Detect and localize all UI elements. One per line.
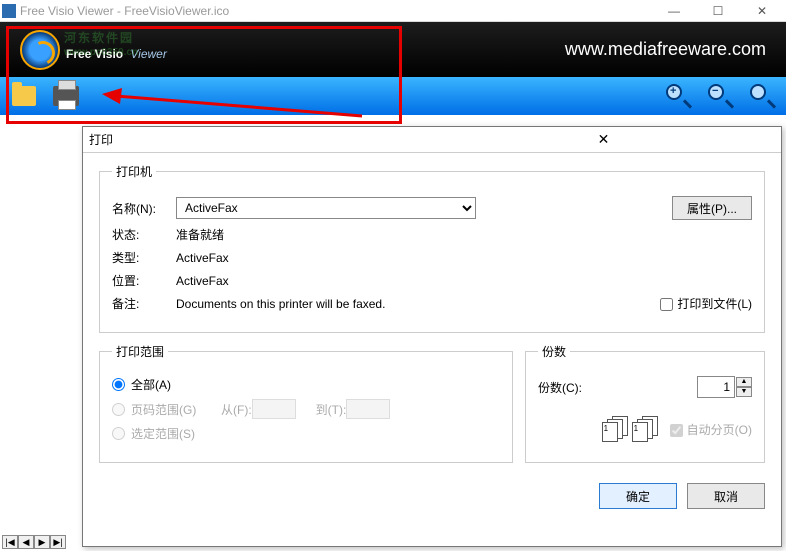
dialog-close-button[interactable]: ✕ (432, 131, 775, 148)
dialog-titlebar: 打印 ✕ (83, 127, 781, 153)
nav-next[interactable]: ▶ (34, 535, 50, 549)
copies-group: 份数 份数(C): ▲ ▼ 321 321 (525, 343, 765, 463)
print-dialog: 打印 ✕ 打印机 名称(N): ActiveFax 属性(P)... 状态: 准… (82, 126, 782, 547)
titlebar: Free Visio Viewer - FreeVisioViewer.ico … (0, 0, 786, 22)
range-pages-label: 页码范围(G) (131, 401, 211, 418)
nav-last[interactable]: ▶| (50, 535, 66, 549)
maximize-button[interactable]: ☐ (696, 1, 740, 21)
nav-first[interactable]: |◀ (2, 535, 18, 549)
to-input (346, 399, 390, 419)
zoom-fit-icon (750, 84, 774, 108)
comment-value: Documents on this printer will be faxed. (176, 297, 385, 311)
print-button[interactable] (52, 82, 80, 110)
open-button[interactable] (10, 82, 38, 110)
app-icon (2, 4, 16, 18)
range-selection-radio (112, 427, 125, 440)
zoom-out-icon: − (708, 84, 732, 108)
copies-input[interactable] (697, 376, 735, 398)
properties-button[interactable]: 属性(P)... (672, 196, 752, 220)
header-url: www.mediafreeware.com (565, 39, 766, 60)
range-all-radio[interactable] (112, 378, 125, 391)
nav-prev[interactable]: ◀ (18, 535, 34, 549)
watermark-text: 河东软件园 (64, 31, 134, 45)
type-label: 类型: (112, 249, 176, 266)
collate-checkbox (670, 424, 683, 437)
to-label: 到(T): (316, 401, 347, 418)
copies-label: 份数(C): (538, 379, 608, 396)
comment-label: 备注: (112, 295, 176, 312)
logo-icon (20, 30, 60, 70)
zoom-in-icon: + (666, 84, 690, 108)
window-title: Free Visio Viewer - FreeVisioViewer.ico (20, 4, 652, 18)
status-label: 状态: (112, 226, 176, 243)
print-to-file-checkbox[interactable] (660, 298, 673, 311)
type-value: ActiveFax (176, 251, 229, 265)
collate-label: 自动分页(O) (670, 421, 752, 438)
watermark-url: www.pc0359.cn (64, 47, 138, 58)
where-label: 位置: (112, 272, 176, 289)
zoom-in-button[interactable]: + (664, 82, 692, 110)
dialog-title: 打印 (89, 131, 432, 148)
zoom-fit-button[interactable] (748, 82, 776, 110)
watermark: 河东软件园 www.pc0359.cn (64, 26, 138, 58)
range-all-label: 全部(A) (131, 376, 171, 393)
zoom-out-button[interactable]: − (706, 82, 734, 110)
minimize-button[interactable]: — (652, 1, 696, 21)
printer-select[interactable]: ActiveFax (176, 197, 476, 219)
cancel-button[interactable]: 取消 (687, 483, 765, 509)
copies-down[interactable]: ▼ (736, 387, 752, 397)
printer-icon (53, 86, 79, 106)
range-selection-label: 选定范围(S) (131, 425, 195, 442)
range-pages-radio (112, 403, 125, 416)
where-value: ActiveFax (176, 274, 229, 288)
printer-group: 打印机 名称(N): ActiveFax 属性(P)... 状态: 准备就绪 类… (99, 163, 765, 333)
page-nav: |◀ ◀ ▶ ▶| (2, 535, 66, 549)
toolbar: + − (0, 77, 786, 115)
copies-up[interactable]: ▲ (736, 377, 752, 387)
from-label: 从(F): (221, 401, 252, 418)
collate-preview: 321 321 (602, 416, 660, 442)
name-label: 名称(N): (112, 200, 176, 217)
print-to-file-label[interactable]: 打印到文件(L) (660, 295, 752, 312)
copies-legend: 份数 (538, 343, 570, 360)
close-button[interactable]: ✕ (740, 1, 784, 21)
range-legend: 打印范围 (112, 343, 168, 360)
status-value: 准备就绪 (176, 226, 224, 243)
ok-button[interactable]: 确定 (599, 483, 677, 509)
from-input (252, 399, 296, 419)
printer-legend: 打印机 (112, 163, 156, 180)
range-group: 打印范围 全部(A) 页码范围(G) 从(F): 到(T): 选定范围(S) (99, 343, 513, 463)
folder-icon (12, 86, 36, 106)
